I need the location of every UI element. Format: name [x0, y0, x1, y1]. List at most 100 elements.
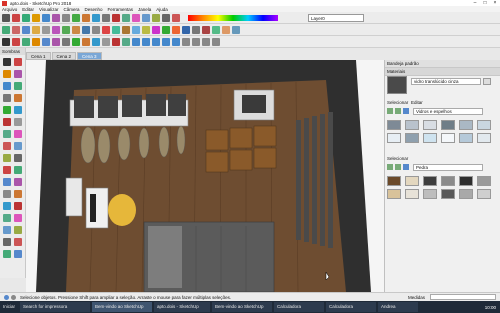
rotate-icon[interactable] [82, 13, 90, 22]
followme-left-icon[interactable] [14, 94, 22, 102]
shape-icon-5[interactable] [62, 37, 70, 46]
zoomwin-left-icon[interactable] [3, 190, 11, 198]
start-button[interactable]: Iniciar [0, 302, 19, 312]
material-swatch[interactable] [405, 189, 419, 199]
material-swatch[interactable] [441, 189, 455, 199]
select-icon[interactable] [3, 58, 11, 66]
material-swatch[interactable] [459, 176, 473, 186]
view-front-icon[interactable] [142, 37, 150, 46]
home-icon[interactable] [403, 108, 409, 114]
menu-item-arquivo[interactable]: Arquivo [2, 7, 17, 12]
material-swatch[interactable] [405, 133, 419, 143]
sandbox-icon-5[interactable] [3, 250, 11, 258]
tool-icon-w[interactable] [222, 25, 230, 34]
orbit-left-icon[interactable] [14, 166, 22, 174]
home-icon-2[interactable] [403, 164, 409, 170]
zoom-extents-icon[interactable] [172, 13, 180, 22]
3dtext-left-icon[interactable] [14, 154, 22, 162]
menu-item-ajuda[interactable]: Ajuda [156, 7, 168, 12]
shape-icon-10[interactable] [112, 37, 120, 46]
tool-icon-n[interactable] [132, 25, 140, 34]
offset-icon[interactable] [102, 13, 110, 22]
tool-icon-c[interactable] [22, 25, 30, 34]
measure-field[interactable] [430, 294, 496, 300]
collection-dropdown-2[interactable]: Pedra [413, 164, 483, 171]
shape-icon-2[interactable] [32, 37, 40, 46]
select-arrow-icon[interactable] [2, 37, 10, 46]
sandbox-icon-3[interactable] [3, 238, 11, 246]
tool-icon-l[interactable] [112, 25, 120, 34]
create-material-icon[interactable] [483, 78, 491, 85]
tool-icon-t[interactable] [192, 25, 200, 34]
task-calculator-2[interactable]: Calculadora [326, 302, 377, 312]
tool-icon-k[interactable] [102, 25, 110, 34]
menu-item-janela[interactable]: Janela [138, 7, 151, 12]
material-swatch[interactable] [387, 189, 401, 199]
zoom-left-icon[interactable] [14, 178, 22, 186]
wireframe-icon[interactable] [192, 37, 200, 46]
collection-dropdown-1[interactable]: Vidros e espelhos [413, 108, 483, 115]
eraser-left-icon[interactable] [14, 58, 22, 66]
tool-icon-h[interactable] [72, 25, 80, 34]
material-name-field[interactable]: vidro translúcido cinza [411, 78, 481, 85]
dimension-icon[interactable] [122, 13, 130, 22]
tape-left-icon[interactable] [3, 130, 11, 138]
menu-item-camera[interactable]: Câmera [63, 7, 79, 12]
tool-icon-a[interactable] [2, 25, 10, 34]
shape-icon-1[interactable] [22, 37, 30, 46]
menu-item-editar[interactable]: Editar [22, 7, 34, 12]
move-icon[interactable] [72, 13, 80, 22]
menu-item-desenho[interactable]: Desenho [84, 7, 102, 12]
model-viewport[interactable] [26, 60, 384, 292]
xray-icon[interactable] [182, 37, 190, 46]
rectangle-icon[interactable] [42, 13, 50, 22]
menu-item-ferramentas[interactable]: Ferramentas [108, 7, 134, 12]
material-swatch[interactable] [477, 189, 491, 199]
material-swatch[interactable] [387, 120, 401, 130]
shape-icon-8[interactable] [92, 37, 100, 46]
material-swatch[interactable] [405, 176, 419, 186]
offset-left-icon[interactable] [14, 118, 22, 126]
tool-icon-p[interactable] [152, 25, 160, 34]
material-swatch[interactable] [441, 176, 455, 186]
material-swatch[interactable] [477, 176, 491, 186]
tool-icon-r[interactable] [172, 25, 180, 34]
material-swatch[interactable] [459, 189, 473, 199]
rotate-left-icon[interactable] [14, 106, 22, 114]
view-right-icon[interactable] [152, 37, 160, 46]
tool-icon-u[interactable] [202, 25, 210, 34]
task-welcome-2[interactable]: Bem-vindo ao SketchUp [212, 302, 273, 312]
task-search[interactable]: Search for impressora [20, 302, 91, 312]
tab-editar[interactable]: Editar [411, 100, 423, 105]
shape-icon-7[interactable] [82, 37, 90, 46]
view-iso-icon[interactable] [122, 37, 130, 46]
material-swatch[interactable] [423, 133, 437, 143]
tool-icon-b[interactable] [12, 25, 20, 34]
orbit-icon[interactable] [142, 13, 150, 22]
tool-icon-f[interactable] [52, 25, 60, 34]
tool-icon-d[interactable] [32, 25, 40, 34]
materials-header[interactable]: Materiais [385, 68, 500, 76]
tool-icon-o[interactable] [142, 25, 150, 34]
pan-left-icon[interactable] [3, 178, 11, 186]
sandbox-icon-2[interactable] [14, 226, 22, 234]
sandbox-icon-4[interactable] [14, 238, 22, 246]
layer-dropdown[interactable]: Layer0 [308, 13, 364, 22]
select-tool-icon[interactable] [2, 13, 10, 22]
tool-icon-s[interactable] [182, 25, 190, 34]
tab-cena-2[interactable]: Cena 2 [51, 52, 77, 60]
task-welcome-1[interactable]: Bem-vindo ao SketchUp [92, 302, 153, 312]
position-camera-icon[interactable] [3, 202, 11, 210]
text-icon[interactable] [132, 13, 140, 22]
material-swatch[interactable] [423, 176, 437, 186]
line-icon[interactable] [32, 13, 40, 22]
axes-left-icon[interactable] [3, 154, 11, 162]
paint-left-icon[interactable] [3, 166, 11, 174]
sandbox-icon-1[interactable] [3, 226, 11, 234]
section-plane-icon[interactable] [14, 214, 22, 222]
textured-icon[interactable] [212, 37, 220, 46]
pushpull-left-icon[interactable] [3, 94, 11, 102]
zoom-icon[interactable] [162, 13, 170, 22]
material-swatch[interactable] [459, 120, 473, 130]
material-swatch[interactable] [387, 176, 401, 186]
